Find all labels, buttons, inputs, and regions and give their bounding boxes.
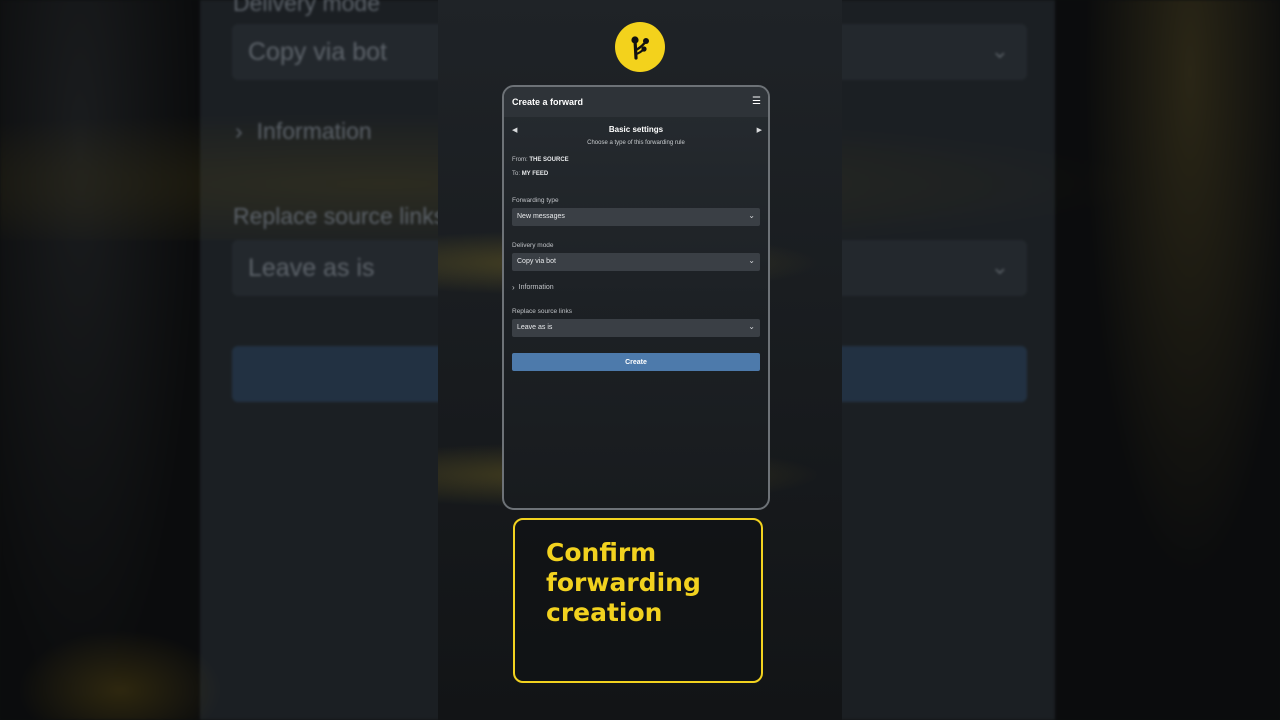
route-to-value: MY FEED <box>521 171 549 177</box>
app-header: Create a forward ☰ <box>504 87 768 117</box>
route-from: From: THE SOURCE <box>512 157 760 171</box>
route-from-label: From: <box>512 157 528 163</box>
chevron-right-icon: › <box>512 283 515 292</box>
replace-links-label: Replace source links <box>512 308 572 315</box>
route-to: To: MY FEED <box>512 171 760 185</box>
replace-links-select[interactable]: Leave as is ⌄ <box>512 319 760 337</box>
step-subtitle: Choose a type of this forwarding rule <box>587 140 685 146</box>
forwarding-type-select[interactable]: New messages ⌄ <box>512 208 760 226</box>
replace-links-value: Leave as is <box>517 324 553 331</box>
background-delivery-mode-label: Delivery mode <box>233 0 380 16</box>
information-toggle[interactable]: › Information <box>512 283 760 292</box>
information-label: Information <box>518 284 554 291</box>
step-navigation: ◀ Basic settings Choose a type of this f… <box>504 117 768 151</box>
chevron-down-icon: ⌄ <box>748 322 755 331</box>
background-information-label: Information <box>256 118 372 144</box>
app-logo-icon <box>615 22 665 72</box>
branch-logo-icon <box>631 36 649 60</box>
delivery-mode-value: Copy via bot <box>517 258 556 265</box>
chevron-right-icon: › <box>235 118 243 144</box>
caption-text: Confirm forwarding creation <box>546 538 701 627</box>
delivery-mode-select[interactable]: Copy via bot ⌄ <box>512 253 760 271</box>
chevron-down-icon: ⌄ <box>990 38 1009 63</box>
step-title: Basic settings <box>608 125 664 134</box>
route-to-label: To: <box>512 171 521 177</box>
page-title: Create a forward <box>512 97 584 107</box>
hamburger-menu-icon[interactable]: ☰ <box>752 97 761 107</box>
phone-screen: Create a forward ☰ ◀ Basic settings Choo… <box>502 85 770 510</box>
create-button[interactable]: Create <box>512 353 760 371</box>
chevron-down-icon: ⌄ <box>748 256 755 265</box>
chevron-down-icon: ⌄ <box>748 211 755 220</box>
background-replace-links-value: Leave as is <box>248 254 375 282</box>
chevron-down-icon: ⌄ <box>990 254 1009 279</box>
background-delivery-mode-value: Copy via bot <box>248 38 387 66</box>
background-glow <box>0 620 240 720</box>
background-information-row: › Information <box>235 118 372 145</box>
form-body: From: THE SOURCE To: MY FEED Forwarding … <box>504 151 768 371</box>
forwarding-type-label: Forwarding type <box>512 197 559 204</box>
background-replace-links-label: Replace source links <box>233 203 446 229</box>
chevron-right-icon[interactable]: ▶ <box>757 126 762 134</box>
delivery-mode-label: Delivery mode <box>512 242 554 249</box>
caption-box: Confirm forwarding creation <box>513 518 763 683</box>
chevron-left-icon[interactable]: ◀ <box>512 126 517 134</box>
forwarding-type-value: New messages <box>517 213 565 220</box>
route-from-value: THE SOURCE <box>529 157 569 163</box>
